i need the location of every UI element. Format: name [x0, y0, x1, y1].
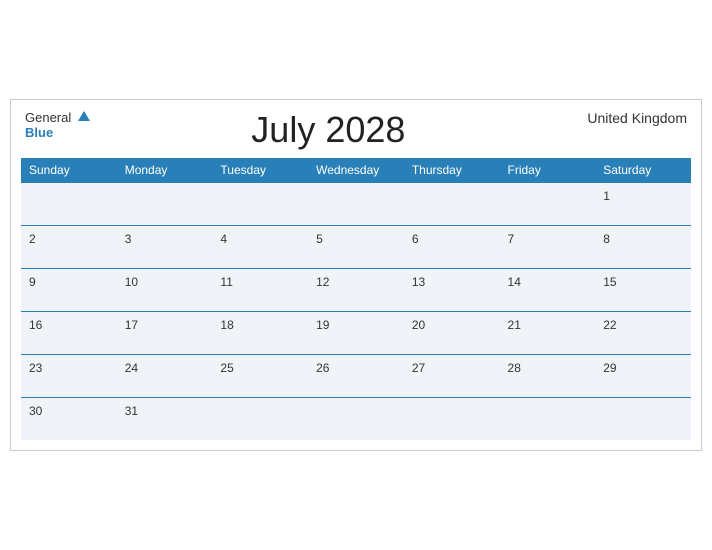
day-number: 13 — [412, 275, 425, 289]
calendar-table: SundayMondayTuesdayWednesdayThursdayFrid… — [21, 158, 691, 440]
day-number: 4 — [220, 232, 227, 246]
calendar-thead: SundayMondayTuesdayWednesdayThursdayFrid… — [21, 158, 691, 183]
calendar-cell: 14 — [500, 268, 596, 311]
day-header-sunday: Sunday — [21, 158, 117, 183]
day-number: 25 — [220, 361, 233, 375]
day-number: 6 — [412, 232, 419, 246]
day-number: 29 — [603, 361, 616, 375]
day-header-tuesday: Tuesday — [212, 158, 308, 183]
calendar-cell — [308, 397, 404, 440]
calendar-cell — [500, 182, 596, 225]
day-header-saturday: Saturday — [595, 158, 691, 183]
day-number: 17 — [125, 318, 138, 332]
day-number: 9 — [29, 275, 36, 289]
day-number: 22 — [603, 318, 616, 332]
calendar-cell — [117, 182, 213, 225]
day-header-thursday: Thursday — [404, 158, 500, 183]
calendar-cell: 30 — [21, 397, 117, 440]
calendar-cell: 12 — [308, 268, 404, 311]
calendar-cell: 21 — [500, 311, 596, 354]
calendar-cell: 31 — [117, 397, 213, 440]
day-number: 12 — [316, 275, 329, 289]
week-row-4: 23 24 25 26 27 28 29 — [21, 354, 691, 397]
calendar-cell: 4 — [212, 225, 308, 268]
day-number: 14 — [508, 275, 521, 289]
calendar-cell: 3 — [117, 225, 213, 268]
calendar-cell: 20 — [404, 311, 500, 354]
week-row-5: 30 31 — [21, 397, 691, 440]
day-number: 28 — [508, 361, 521, 375]
day-number: 2 — [29, 232, 36, 246]
day-number: 5 — [316, 232, 323, 246]
calendar-cell: 22 — [595, 311, 691, 354]
day-number: 30 — [29, 404, 42, 418]
calendar-cell — [500, 397, 596, 440]
calendar-cell: 28 — [500, 354, 596, 397]
calendar-cell: 9 — [21, 268, 117, 311]
day-number: 23 — [29, 361, 42, 375]
calendar-cell: 13 — [404, 268, 500, 311]
calendar-cell — [404, 397, 500, 440]
logo-general-text: General — [25, 110, 90, 126]
calendar-cell: 23 — [21, 354, 117, 397]
calendar-cell — [21, 182, 117, 225]
day-number: 3 — [125, 232, 132, 246]
calendar-cell: 6 — [404, 225, 500, 268]
calendar-cell: 26 — [308, 354, 404, 397]
week-row-1: 2 3 4 5 6 7 8 — [21, 225, 691, 268]
day-number: 7 — [508, 232, 515, 246]
calendar-cell: 29 — [595, 354, 691, 397]
calendar-cell — [308, 182, 404, 225]
calendar-cell: 15 — [595, 268, 691, 311]
calendar-cell — [212, 397, 308, 440]
day-header-friday: Friday — [500, 158, 596, 183]
day-header-wednesday: Wednesday — [308, 158, 404, 183]
day-number: 19 — [316, 318, 329, 332]
logo-triangle-icon — [78, 111, 90, 121]
week-row-3: 16 17 18 19 20 21 22 — [21, 311, 691, 354]
calendar-cell: 24 — [117, 354, 213, 397]
calendar-cell — [212, 182, 308, 225]
week-row-0: 1 — [21, 182, 691, 225]
calendar-cell: 16 — [21, 311, 117, 354]
calendar-cell: 27 — [404, 354, 500, 397]
calendar-cell: 2 — [21, 225, 117, 268]
calendar-cell: 17 — [117, 311, 213, 354]
calendar-cell: 11 — [212, 268, 308, 311]
calendar-cell: 1 — [595, 182, 691, 225]
day-number: 1 — [603, 189, 610, 203]
calendar-cell — [595, 397, 691, 440]
day-number: 15 — [603, 275, 616, 289]
calendar-container: General Blue July 2028 United Kingdom Su… — [10, 99, 702, 451]
calendar-cell: 18 — [212, 311, 308, 354]
calendar-cell: 7 — [500, 225, 596, 268]
day-number: 31 — [125, 404, 138, 418]
day-number: 18 — [220, 318, 233, 332]
day-number: 11 — [220, 275, 232, 289]
days-of-week-row: SundayMondayTuesdayWednesdayThursdayFrid… — [21, 158, 691, 183]
calendar-cell: 19 — [308, 311, 404, 354]
day-number: 16 — [29, 318, 42, 332]
week-row-2: 9 10 11 12 13 14 15 — [21, 268, 691, 311]
day-header-monday: Monday — [117, 158, 213, 183]
logo: General Blue — [25, 110, 90, 139]
day-number: 26 — [316, 361, 329, 375]
day-number: 20 — [412, 318, 425, 332]
calendar-tbody: 1234567891011121314151617181920212223242… — [21, 182, 691, 440]
day-number: 27 — [412, 361, 425, 375]
calendar-cell: 25 — [212, 354, 308, 397]
calendar-cell: 10 — [117, 268, 213, 311]
day-number: 10 — [125, 275, 138, 289]
calendar-cell: 8 — [595, 225, 691, 268]
day-number: 21 — [508, 318, 521, 332]
day-number: 8 — [603, 232, 610, 246]
day-number: 24 — [125, 361, 138, 375]
calendar-header: General Blue July 2028 United Kingdom — [21, 110, 691, 150]
calendar-title: July 2028 — [90, 110, 567, 150]
logo-general-label: General — [25, 110, 71, 125]
calendar-cell — [404, 182, 500, 225]
calendar-cell: 5 — [308, 225, 404, 268]
calendar-region: United Kingdom — [567, 110, 687, 126]
logo-blue-label: Blue — [25, 126, 90, 139]
